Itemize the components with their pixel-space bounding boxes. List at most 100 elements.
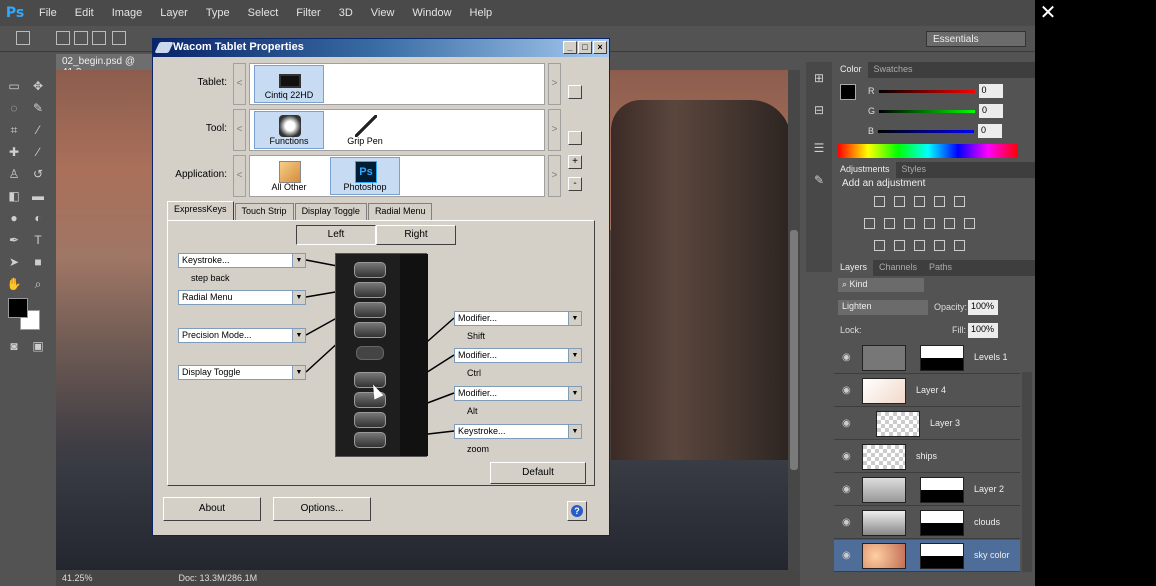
color-balance-icon[interactable] [884,218,895,229]
layer-name[interactable]: sky color [974,550,1010,560]
tab-styles[interactable]: Styles [896,162,933,178]
tab-expresskeys[interactable]: ExpressKeys [167,201,234,221]
levels-icon[interactable] [894,196,905,207]
add-selection-icon[interactable] [74,31,88,45]
about-button[interactable]: About [163,497,261,521]
eye-icon[interactable]: ◉ [842,550,854,561]
tablet-scroll-right[interactable]: > [548,63,561,105]
menu-layer[interactable]: Layer [151,7,197,19]
tab-channels[interactable]: Channels [873,260,923,276]
quick-select-icon[interactable]: ✎ [30,100,46,116]
blue-value[interactable]: 0 [978,124,1003,138]
gradient-map-icon[interactable] [954,240,965,251]
expresskey-7[interactable] [354,412,386,428]
layer-row[interactable]: ◉ clouds [834,507,1020,539]
path-select-icon[interactable]: ➤ [6,254,22,270]
left-side-button[interactable]: Left [296,225,376,245]
selective-color-icon[interactable] [934,240,945,251]
marquee-options-icon[interactable] [16,31,30,45]
layer-mask-thumbnail[interactable] [920,510,964,536]
tool-item-grip-pen[interactable]: Grip Pen [330,111,400,149]
layer-row[interactable]: ◉ Layer 4 [834,375,1020,407]
minimize-button[interactable]: _ [563,41,577,54]
tablet-item-cintiq[interactable]: Cintiq 22HD [254,65,324,103]
menu-view[interactable]: View [362,7,404,19]
tab-layers[interactable]: Layers [834,260,874,276]
history-panel-icon[interactable]: ⊞ [811,70,827,86]
dodge-tool-icon[interactable]: ◐ [30,210,46,226]
layer-name[interactable]: clouds [974,517,1000,527]
left-key-3-select[interactable]: Precision Mode... ▼ [178,328,306,343]
hue-saturation-icon[interactable] [864,218,875,229]
zoom-level[interactable]: 41.25% [62,573,93,583]
application-remove-button[interactable]: - [568,177,582,191]
tab-adjustments[interactable]: Adjustments [834,162,896,178]
color-lookup-icon[interactable] [964,218,975,229]
expresskey-2[interactable] [354,282,386,298]
gradient-icon[interactable]: ▬ [30,188,46,204]
channel-mixer-icon[interactable] [944,218,955,229]
application-scroll-left[interactable]: < [233,155,246,197]
left-key-4-select[interactable]: Display Toggle ▼ [178,365,306,380]
expresskey-center[interactable] [356,346,384,360]
menu-select[interactable]: Select [239,7,288,19]
layer-row[interactable]: ◉ ships [834,441,1020,473]
brush-tool-icon[interactable]: ∕ [30,144,46,160]
layer-name[interactable]: Layer 3 [930,418,960,428]
eye-icon[interactable]: ◉ [842,352,854,363]
layer-mask-thumbnail[interactable] [920,477,964,503]
tab-radial-menu[interactable]: Radial Menu [367,203,433,221]
tab-paths[interactable]: Paths [923,260,958,276]
eye-icon[interactable]: ◉ [842,517,854,528]
posterize-icon[interactable] [894,240,905,251]
new-selection-icon[interactable] [56,31,70,45]
close-icon[interactable]: ✕ [1038,2,1058,22]
tab-swatches[interactable]: Swatches [868,62,919,78]
screen-mode-icon[interactable]: ▣ [30,338,46,354]
layer-name[interactable]: ships [916,451,937,461]
default-button[interactable]: Default [490,462,586,484]
expresskey-4[interactable] [354,322,386,338]
red-value[interactable]: 0 [978,84,1003,98]
maximize-button[interactable]: □ [578,41,592,54]
expresskey-8[interactable] [354,432,386,448]
scrollbar-thumb[interactable] [790,230,798,470]
green-value[interactable]: 0 [979,104,1004,118]
crop-tool-icon[interactable]: ⌗ [6,122,22,138]
rectangle-tool-icon[interactable]: ■ [30,254,46,270]
application-item-photoshop[interactable]: Ps Photoshop [330,157,400,195]
right-key-3-select[interactable]: Modifier... ▼ [454,386,582,401]
menu-edit[interactable]: Edit [66,7,103,19]
color-panel-foreground[interactable] [840,84,856,100]
layer-row[interactable]: ◉ Layer 3 [834,408,1020,440]
menu-3d[interactable]: 3D [330,7,362,19]
help-button[interactable]: ? [567,501,587,521]
tool-remove-button[interactable] [568,131,582,145]
menu-window[interactable]: Window [403,7,460,19]
right-key-2-select[interactable]: Modifier... ▼ [454,348,582,363]
threshold-icon[interactable] [914,240,925,251]
layer-row[interactable]: ◉ Levels 1 [834,342,1020,374]
dialog-title-bar[interactable]: Wacom Tablet Properties _ □ × [153,39,609,57]
blend-mode-select[interactable]: Lighten [838,300,928,315]
application-scroll-right[interactable]: > [548,155,561,197]
right-key-1-select[interactable]: Modifier... ▼ [454,311,582,326]
opacity-input[interactable]: 100% [968,300,998,315]
subtract-selection-icon[interactable] [92,31,106,45]
tool-scroll-left[interactable]: < [233,109,246,151]
options-button[interactable]: Options... [273,497,371,521]
curves-icon[interactable] [914,196,925,207]
layer-kind-filter[interactable]: ⌕ Kind [838,278,924,292]
right-key-4-select[interactable]: Keystroke... ▼ [454,424,582,439]
tab-display-toggle[interactable]: Display Toggle [294,203,367,221]
red-slider[interactable] [878,89,975,93]
tab-touch-strip[interactable]: Touch Strip [234,203,294,221]
document-tab[interactable]: 02_begin.psd @ 41.3 [56,54,156,78]
clone-stamp-icon[interactable]: ♙ [6,166,22,182]
layer-mask-thumbnail[interactable] [920,543,964,569]
pen-tool-icon[interactable]: ✒ [6,232,22,248]
tablet-remove-button[interactable] [568,85,582,99]
blue-slider[interactable] [878,129,975,133]
brightness-icon[interactable] [874,196,885,207]
dialog-close-button[interactable]: × [593,41,607,54]
